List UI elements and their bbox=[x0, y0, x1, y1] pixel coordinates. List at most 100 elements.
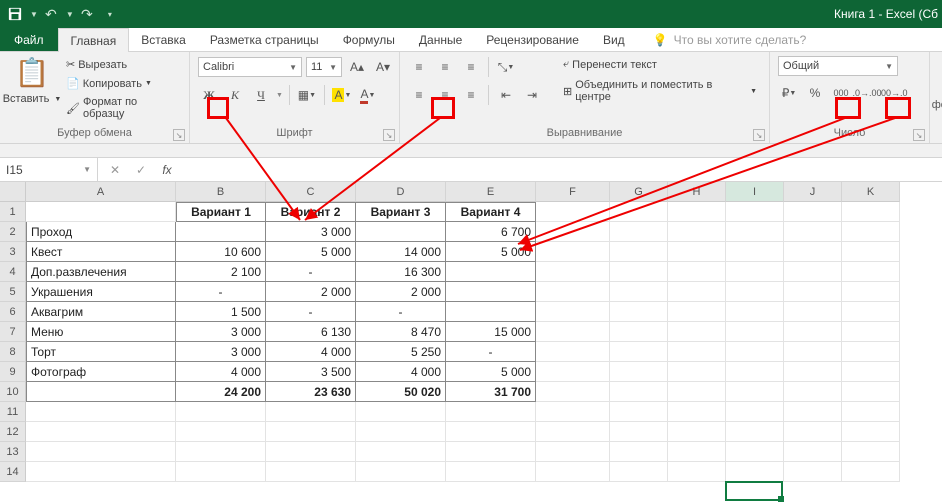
cell[interactable]: 31 700 bbox=[446, 382, 536, 402]
cut-button[interactable]: ✂Вырезать bbox=[62, 56, 181, 73]
qat-more-icon[interactable]: ▾ bbox=[108, 10, 112, 19]
cell[interactable]: 4 000 bbox=[356, 362, 446, 382]
cell[interactable] bbox=[784, 282, 842, 302]
cell[interactable] bbox=[842, 222, 900, 242]
cell[interactable]: 24 200 bbox=[176, 382, 266, 402]
cell[interactable] bbox=[446, 302, 536, 322]
column-header[interactable]: E bbox=[446, 182, 536, 202]
name-box[interactable]: I15 ▼ bbox=[0, 158, 98, 181]
cell[interactable] bbox=[726, 302, 784, 322]
cell[interactable] bbox=[536, 362, 610, 382]
cell[interactable] bbox=[610, 322, 668, 342]
cell[interactable] bbox=[784, 302, 842, 322]
cell[interactable] bbox=[176, 422, 266, 442]
cell[interactable] bbox=[446, 462, 536, 482]
copy-button[interactable]: 📄Копировать▼ bbox=[62, 75, 181, 92]
cell[interactable] bbox=[610, 422, 668, 442]
cell[interactable] bbox=[26, 382, 176, 402]
cell[interactable]: 4 000 bbox=[176, 362, 266, 382]
cell[interactable]: 2 000 bbox=[356, 282, 446, 302]
cell[interactable] bbox=[668, 382, 726, 402]
column-header[interactable]: D bbox=[356, 182, 446, 202]
merge-center-button[interactable]: ⊞Объединить и поместить в центре▼ bbox=[559, 77, 761, 105]
cell[interactable] bbox=[356, 462, 446, 482]
cell[interactable] bbox=[176, 462, 266, 482]
column-header[interactable]: F bbox=[536, 182, 610, 202]
row-header[interactable]: 12 bbox=[0, 422, 26, 442]
cell[interactable] bbox=[610, 462, 668, 482]
increase-decimal-icon[interactable]: .0→.00 bbox=[856, 82, 878, 104]
cell[interactable] bbox=[726, 382, 784, 402]
cell[interactable] bbox=[726, 242, 784, 262]
cell[interactable] bbox=[176, 222, 266, 242]
cell[interactable] bbox=[668, 242, 726, 262]
cell[interactable] bbox=[668, 462, 726, 482]
row-header[interactable]: 6 bbox=[0, 302, 26, 322]
cell[interactable] bbox=[726, 342, 784, 362]
row-header[interactable]: 2 bbox=[0, 222, 26, 242]
cell[interactable] bbox=[356, 442, 446, 462]
align-center-icon[interactable]: ≡ bbox=[434, 84, 456, 106]
cell[interactable] bbox=[668, 402, 726, 422]
indent-decrease-icon[interactable]: ⇤ bbox=[495, 84, 517, 106]
cell[interactable] bbox=[668, 422, 726, 442]
accept-formula-icon[interactable]: ✓ bbox=[132, 163, 150, 177]
cell[interactable] bbox=[610, 402, 668, 422]
cell[interactable]: 5 000 bbox=[446, 362, 536, 382]
cell[interactable] bbox=[784, 382, 842, 402]
column-header[interactable]: H bbox=[668, 182, 726, 202]
cell[interactable]: 3 000 bbox=[176, 322, 266, 342]
align-right-icon[interactable]: ≡ bbox=[460, 84, 482, 106]
cell[interactable] bbox=[726, 222, 784, 242]
row-header[interactable]: 14 bbox=[0, 462, 26, 482]
cell[interactable]: 8 470 bbox=[356, 322, 446, 342]
cell[interactable]: 5 000 bbox=[446, 242, 536, 262]
cell[interactable] bbox=[536, 322, 610, 342]
cell[interactable] bbox=[610, 242, 668, 262]
cell[interactable] bbox=[842, 422, 900, 442]
fx-icon[interactable]: fx bbox=[158, 163, 176, 177]
cell[interactable] bbox=[668, 442, 726, 462]
cell[interactable] bbox=[842, 462, 900, 482]
cell[interactable] bbox=[536, 202, 610, 222]
worksheet-grid[interactable]: ABCDEFGHIJK1Вариант 1Вариант 2Вариант 3В… bbox=[0, 182, 942, 504]
cell[interactable]: Украшения bbox=[26, 282, 176, 302]
cell[interactable]: 6 700 bbox=[446, 222, 536, 242]
cell[interactable] bbox=[784, 362, 842, 382]
bold-button[interactable]: Ж bbox=[198, 84, 220, 106]
cell[interactable]: 5 000 bbox=[266, 242, 356, 262]
cell[interactable] bbox=[610, 382, 668, 402]
cell[interactable] bbox=[356, 422, 446, 442]
cell[interactable] bbox=[726, 282, 784, 302]
cell[interactable]: Торт bbox=[26, 342, 176, 362]
increase-font-icon[interactable]: A▴ bbox=[346, 56, 368, 78]
cell[interactable] bbox=[668, 202, 726, 222]
cell[interactable]: 2 000 bbox=[266, 282, 356, 302]
row-header[interactable]: 4 bbox=[0, 262, 26, 282]
cell[interactable] bbox=[356, 402, 446, 422]
cell[interactable] bbox=[356, 222, 446, 242]
cell[interactable] bbox=[668, 362, 726, 382]
cell[interactable]: 5 250 bbox=[356, 342, 446, 362]
cell[interactable] bbox=[784, 202, 842, 222]
cell[interactable]: Проход bbox=[26, 222, 176, 242]
file-tab[interactable]: Файл bbox=[0, 28, 58, 51]
tab-home[interactable]: Главная bbox=[58, 28, 130, 52]
column-header[interactable]: K bbox=[842, 182, 900, 202]
cell[interactable] bbox=[536, 262, 610, 282]
cell[interactable]: Вариант 3 bbox=[356, 202, 446, 222]
undo-icon[interactable]: ↶ bbox=[42, 5, 60, 23]
cell[interactable]: - bbox=[176, 282, 266, 302]
cell[interactable] bbox=[842, 322, 900, 342]
row-header[interactable]: 8 bbox=[0, 342, 26, 362]
row-header[interactable]: 11 bbox=[0, 402, 26, 422]
cell[interactable] bbox=[726, 362, 784, 382]
cell[interactable] bbox=[842, 442, 900, 462]
cell[interactable] bbox=[26, 442, 176, 462]
cell[interactable] bbox=[668, 322, 726, 342]
cell[interactable]: Вариант 4 bbox=[446, 202, 536, 222]
tab-data[interactable]: Данные bbox=[407, 28, 474, 51]
cell[interactable]: 10 600 bbox=[176, 242, 266, 262]
cell[interactable] bbox=[726, 442, 784, 462]
cell[interactable] bbox=[536, 342, 610, 362]
